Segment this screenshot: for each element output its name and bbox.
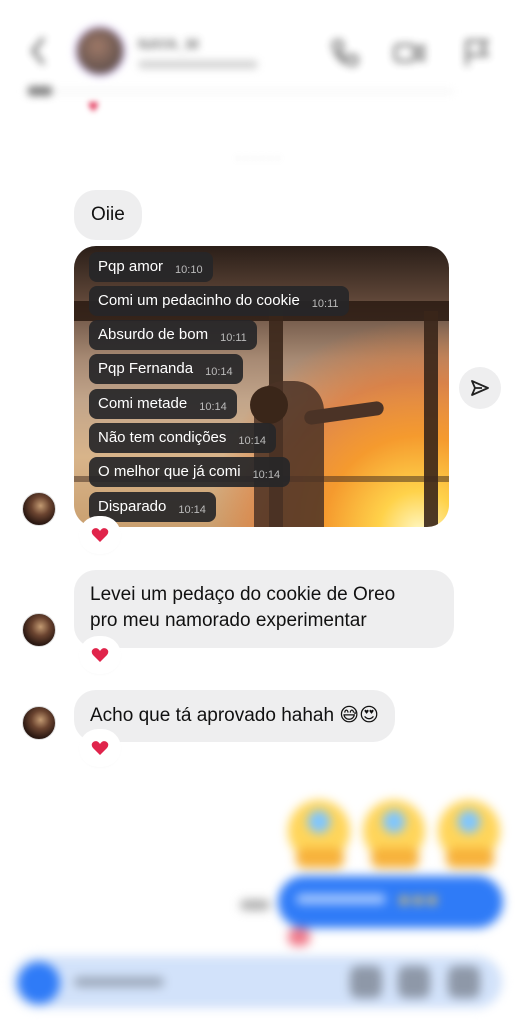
video-icon[interactable] [392, 36, 426, 70]
message-text-line: Levei um pedaço do cookie de Oreo [90, 584, 396, 605]
avatar[interactable] [22, 706, 56, 740]
caption-time: 10:14 [205, 366, 233, 378]
phone-icon[interactable] [328, 36, 362, 70]
date-divider: · · · · · · [235, 150, 281, 165]
message-bubble[interactable]: Acho que tá aprovado hahah 😅😍 [74, 690, 395, 742]
microphone-icon[interactable] [350, 966, 382, 998]
avatar[interactable] [22, 492, 56, 526]
photo-caption: Comi um pedacinho do cookie 10:11 [89, 286, 349, 316]
message-text: Oiie [91, 204, 125, 225]
flag-icon[interactable] [460, 36, 494, 70]
message-text-line: pro meu namorado experimentar [90, 610, 367, 631]
photo-caption: Comi metade 10:14 [89, 389, 237, 419]
heart-icon[interactable] [81, 731, 119, 765]
sticker-icon[interactable] [448, 966, 480, 998]
heart-icon[interactable] [81, 518, 119, 552]
outgoing-message-text [296, 894, 386, 904]
photo-caption: Pqp amor 10:10 [89, 252, 213, 282]
avatar[interactable] [22, 613, 56, 647]
divider [24, 90, 454, 93]
photo-caption: Não tem condições 10:14 [89, 423, 276, 453]
gallery-icon[interactable] [398, 966, 430, 998]
message-text: Acho que tá aprovado hahah 😅😍 [90, 705, 379, 726]
photo-caption: Disparado 10:14 [89, 492, 216, 522]
photo-caption: Absurdo de bom 10:11 [89, 320, 257, 350]
photo-caption: O melhor que já comi 10:14 [89, 457, 291, 487]
emoji-sticker [288, 800, 350, 868]
blurred-region: ●●● [0, 780, 515, 1024]
photo-detail [424, 311, 438, 527]
chat-header: NAYA_M [0, 0, 515, 96]
contact-status [138, 60, 258, 69]
pinned-icon [28, 86, 52, 96]
heart-icon[interactable] [81, 638, 119, 672]
caption-time: 10:14 [199, 401, 227, 413]
shared-photo[interactable]: Pqp amor 10:10 Comi um pedacinho do cooki… [74, 246, 449, 527]
message-bubble[interactable]: Levei um pedaço do cookie de Oreo pro me… [74, 570, 454, 648]
emoji-group: ●●● [398, 889, 441, 911]
chevron-left-icon[interactable] [30, 36, 46, 66]
avatar[interactable] [74, 25, 126, 77]
message-bubble[interactable]: Oiie [74, 190, 142, 240]
caption-time: 10:14 [252, 469, 281, 481]
emoji-sticker [363, 800, 425, 868]
caption-time: 10:14 [178, 504, 206, 516]
photo-caption: Pqp Fernanda 10:14 [89, 354, 243, 384]
seen-label [240, 900, 270, 910]
composer-placeholder [74, 977, 164, 987]
camera-icon[interactable] [18, 962, 60, 1004]
emoji-sticker [438, 800, 500, 868]
caption-time: 10:10 [175, 264, 203, 276]
contact-name[interactable]: NAYA_M [138, 36, 199, 53]
caption-time: 10:11 [311, 298, 339, 310]
heart-icon [288, 928, 310, 946]
caption-time: 10:14 [238, 435, 266, 447]
photo-detail [250, 386, 288, 424]
send-icon[interactable] [459, 367, 501, 409]
heart-icon: ♥ [88, 96, 99, 116]
caption-time: 10:11 [220, 332, 247, 344]
